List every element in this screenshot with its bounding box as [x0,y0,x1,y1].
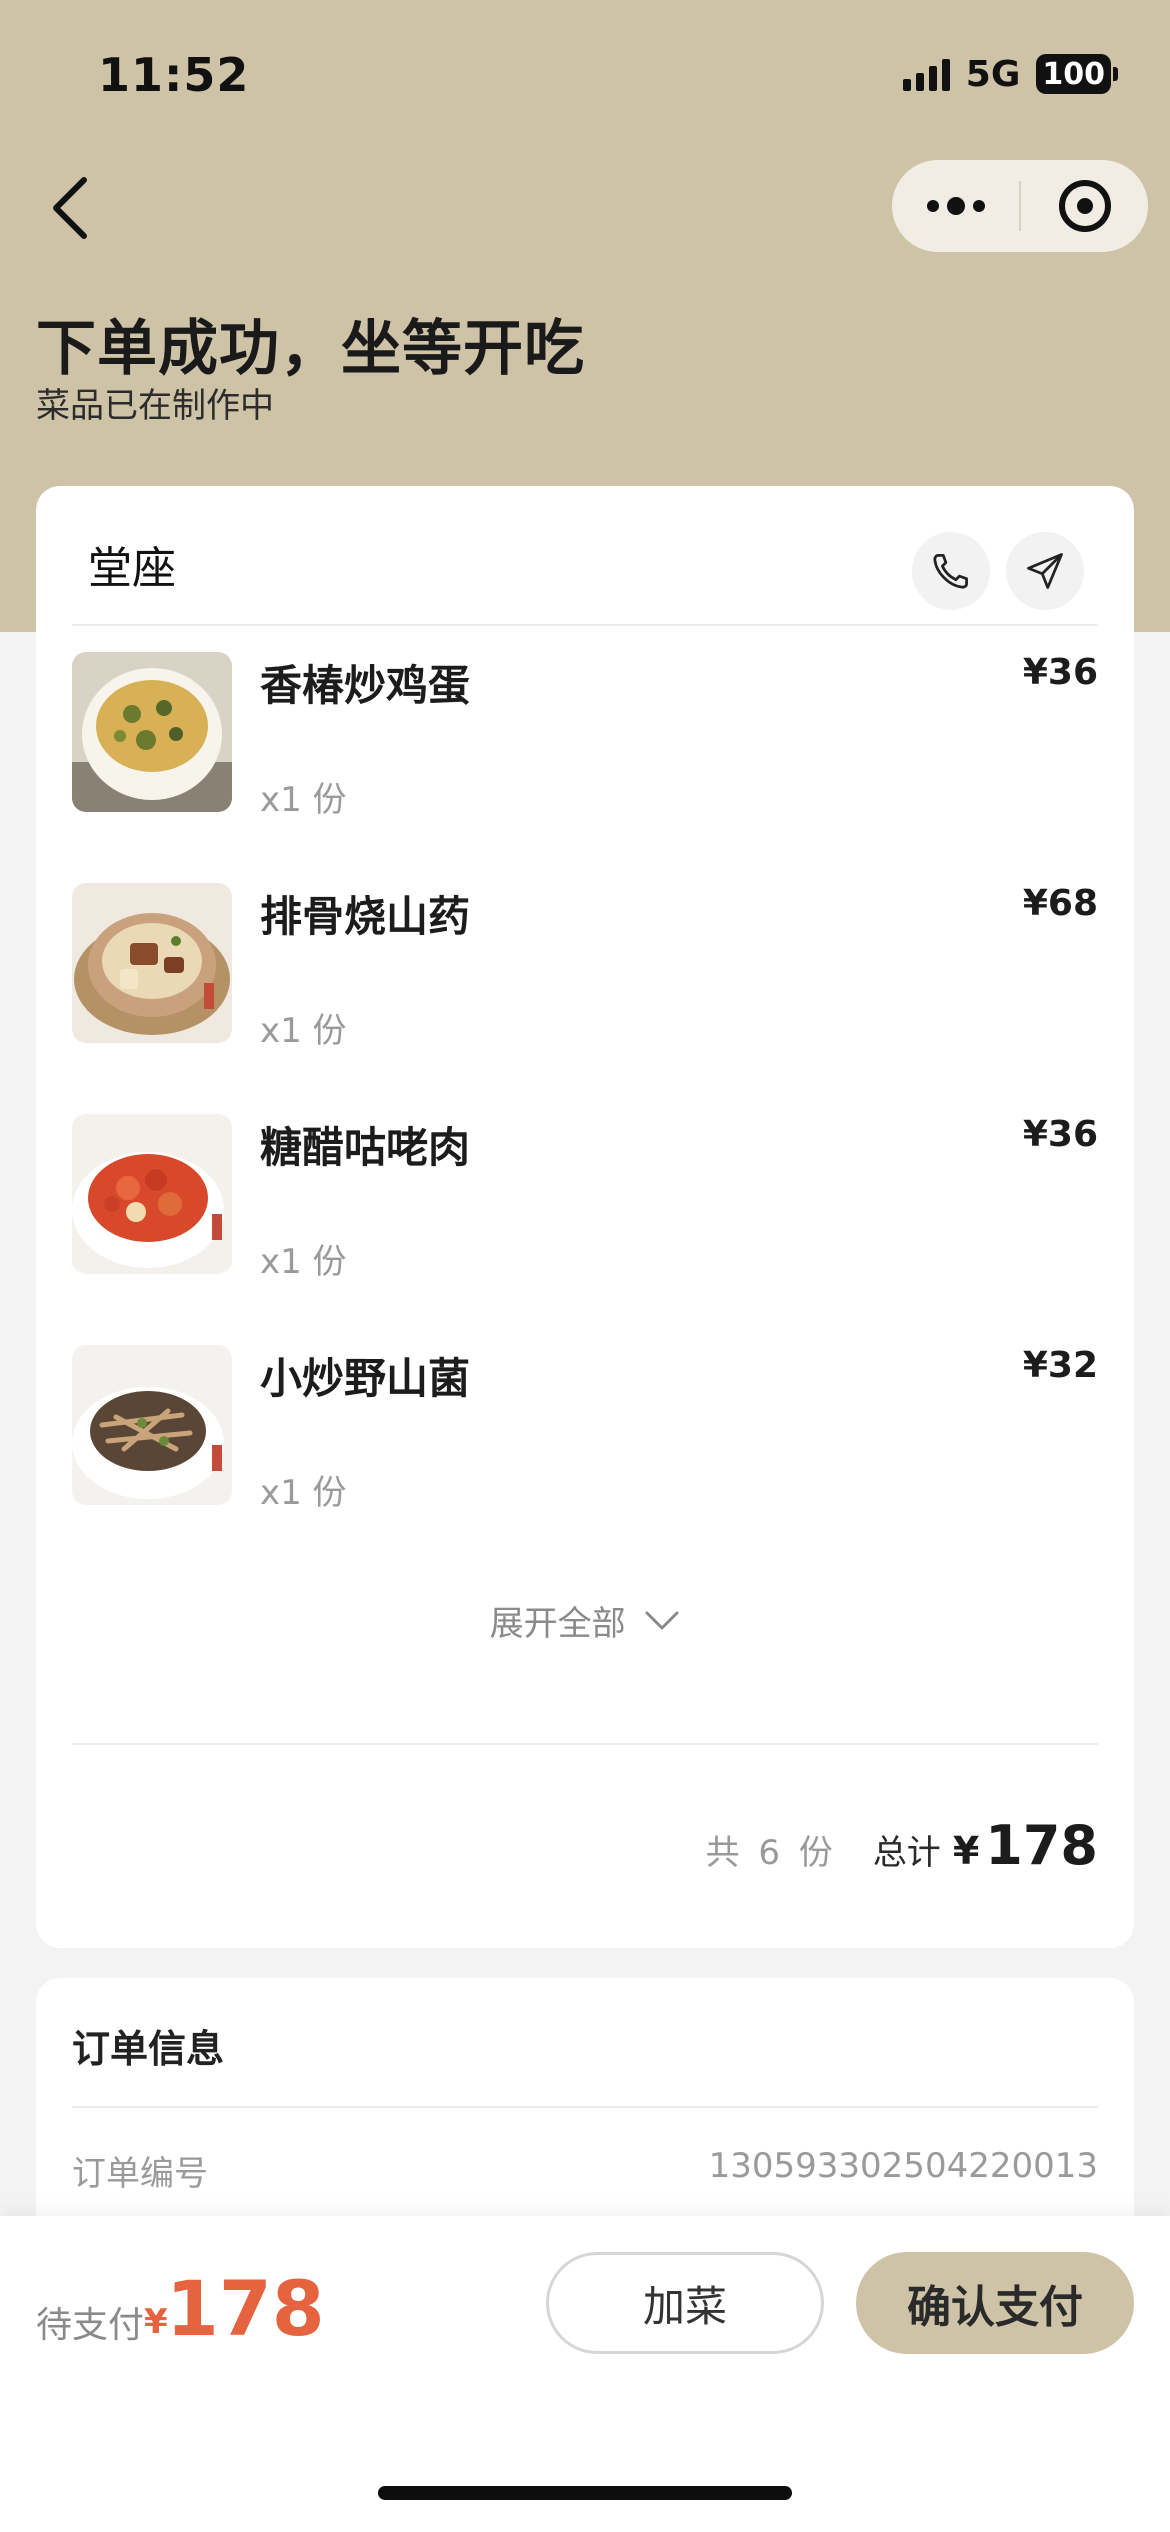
page-title: 下单成功，坐等开吃 [36,314,585,384]
order-card: 堂座 香椿炒鸡蛋 x1 份 ¥36 排骨烧山药 x1 份 ¥68 糖醋咕咾肉 x… [36,486,1134,1948]
mini-program-capsule [892,160,1148,252]
dish-quantity: x1 份 [260,1242,347,1282]
dish-price: ¥68 [1022,883,1098,924]
dish-price: ¥32 [1022,1345,1098,1386]
battery-icon: 100 [1036,54,1118,94]
order-summary: 共 6 份 总计 ¥ 178 [706,1814,1098,1877]
order-info-card: 订单信息 订单编号 130593302504220013 [36,1978,1134,2238]
more-button[interactable] [892,160,1019,252]
dish-image [72,1345,232,1505]
page-subtitle: 菜品已在制作中 [36,386,274,426]
dish-name: 小炒野山菌 [260,1354,471,1403]
total-label: 总计 [872,1833,941,1873]
dish-price: ¥36 [1022,1114,1098,1155]
battery-level: 100 [1036,54,1111,94]
pending-amount: 178 [166,2264,325,2353]
dish-quantity: x1 份 [260,780,347,820]
confirm-pay-button[interactable]: 确认支付 [856,2252,1134,2354]
dish-image [72,652,232,812]
list-item[interactable]: 香椿炒鸡蛋 x1 份 ¥36 [72,652,1098,820]
home-indicator[interactable] [378,2486,792,2500]
list-item[interactable]: 糖醋咕咾肉 x1 份 ¥36 [72,1114,1098,1282]
dining-type-title: 堂座 [88,543,176,594]
signal-icon [902,57,950,91]
expand-all-button[interactable]: 展开全部 [36,1596,1134,1645]
order-number-value: 130593302504220013 [708,2146,1098,2186]
list-item[interactable]: 排骨烧山药 x1 份 ¥68 [72,883,1098,1051]
order-info-title: 订单信息 [72,2027,225,2071]
dish-name: 香椿炒鸡蛋 [260,661,471,710]
close-mini-program-button[interactable] [1021,160,1148,252]
card-divider [72,1743,1098,1745]
pending-payment-label: 待支付 [36,2305,145,2346]
total-currency: ¥ [952,1829,980,1873]
dish-quantity: x1 份 [260,1011,347,1051]
dish-name: 排骨烧山药 [260,892,471,941]
add-dish-button[interactable]: 加菜 [546,2252,824,2354]
dish-quantity: x1 份 [260,1473,347,1513]
total-amount: 178 [985,1814,1098,1877]
order-number-label: 订单编号 [72,2154,208,2194]
order-card-header: 堂座 [36,486,1134,624]
chevron-down-icon [645,1611,679,1629]
target-icon [1058,180,1111,232]
item-count: 共 6 份 [705,1833,837,1873]
phone-icon [933,554,968,589]
dish-price: ¥36 [1022,652,1098,693]
pending-currency: ¥ [144,2302,168,2342]
dish-image [72,1114,232,1274]
payment-bar: 待支付 ¥ 178 加菜 确认支付 [0,2216,1170,2532]
phone-button[interactable] [912,532,990,610]
more-icon [926,197,985,215]
card-divider [72,2106,1098,2108]
card-divider [72,624,1098,626]
navigation-icon [1027,553,1063,589]
expand-all-label: 展开全部 [489,1604,626,1644]
status-time: 11:52 [98,48,250,102]
network-type: 5G [965,53,1021,95]
dish-image [72,883,232,1043]
navigation-button[interactable] [1006,532,1084,610]
back-icon[interactable] [40,170,100,246]
status-indicators: 5G 100 [902,52,1118,96]
dish-name: 糖醋咕咾肉 [260,1123,471,1172]
list-item[interactable]: 小炒野山菌 x1 份 ¥32 [72,1345,1098,1513]
